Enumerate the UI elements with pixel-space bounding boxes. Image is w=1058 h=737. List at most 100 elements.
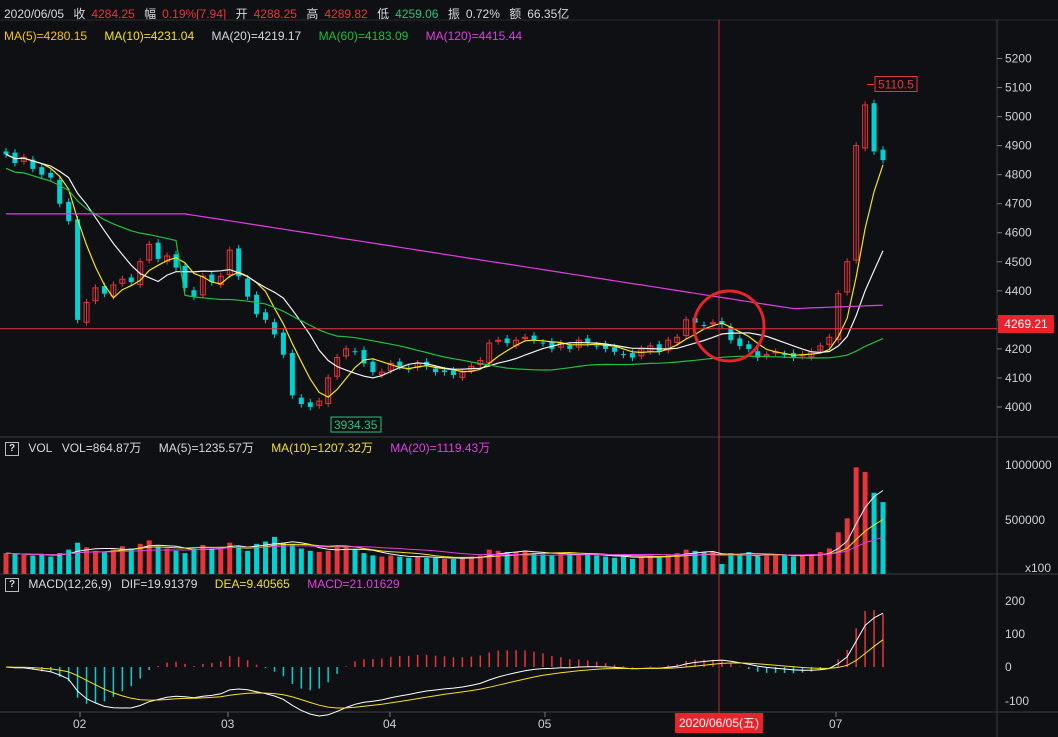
volume-bar [576,555,582,574]
candle-body [254,294,260,315]
low-annot-label: 3934.35 [334,418,378,432]
price-tick-label: 4100 [1005,371,1032,385]
macd-dea-line [5,639,884,709]
month-label: 03 [221,717,235,731]
price-tick-label: 4200 [1005,342,1032,356]
candle-body [880,149,886,161]
volume-bar [3,553,9,574]
volume-bar [450,558,456,574]
volume-bar [101,551,107,574]
volume-bar [647,555,653,574]
high-annot-label: 5110.5 [878,78,914,92]
candle-body [271,322,277,335]
candle-body [442,370,447,373]
volume-bar [343,546,349,574]
volume-bar [477,555,483,574]
volume-bar [486,549,492,574]
volume-bar [110,549,116,574]
month-label: 04 [383,717,397,731]
candle-body [352,351,358,353]
candle-body [504,338,510,344]
volume-bar [862,471,868,574]
volume-bar [325,550,331,574]
volume-bar [665,554,671,574]
volume-bar [209,548,215,574]
candle-body [191,290,197,297]
candle-body [263,312,269,320]
volume-bar [271,536,277,574]
volume-bar [388,555,394,574]
vol-tick-label: 1000000 [1005,458,1052,472]
ma120-line [6,213,884,310]
volume-bar [737,554,743,574]
volume-bar [379,556,385,574]
volume-bar [683,549,689,574]
volume-bar [612,557,618,574]
price-tick-label: 4400 [1005,284,1032,298]
volume-bar [468,556,474,574]
volume-bar [620,556,626,574]
volume-bar [75,542,81,574]
macd-tick-label: 0 [1005,660,1012,674]
volume-bar [236,546,242,574]
volume-bar [173,550,179,574]
volume-bar [12,554,18,574]
volume-bar [567,554,573,574]
volume-bar [773,554,779,574]
volume-bar [415,556,421,574]
candle-body [540,342,546,344]
volume-bar [719,563,725,574]
month-label: 05 [538,717,552,731]
candle-body [39,167,45,175]
volume-bar [397,556,403,574]
price-tick-label: 4800 [1005,168,1032,182]
volume-bar [531,553,537,574]
candle-body [397,361,403,367]
month-label: 02 [73,717,87,731]
price-tick-label: 4900 [1005,139,1032,153]
candle-body [737,338,743,346]
volume-bar [164,548,170,574]
volume-bar [540,554,546,574]
volume-bar [92,550,98,574]
volume-bar [352,549,358,574]
volume-bar [289,543,295,574]
candle-body [155,242,161,259]
macd-tick-label: 100 [1005,627,1025,641]
price-tick-label: 5200 [1005,52,1032,66]
candle-body [280,332,286,355]
volume-bar [298,548,304,574]
volume-bar [603,556,609,574]
volume-bar [594,555,600,574]
price-tick-label: 4500 [1005,255,1032,269]
volume-bar [755,556,761,574]
vol-ma20-line [5,536,884,556]
macd-tick-label: 200 [1005,594,1025,608]
vol-unit-label: x100 [1025,561,1051,575]
candle-body [620,354,626,356]
vol-tick-label: 500000 [1005,513,1045,527]
price-tick-label: 4600 [1005,226,1032,240]
candle-body [3,151,9,155]
candle-body [871,103,877,152]
volume-bar [280,542,286,574]
volume-bar [316,551,322,574]
volume-bar [433,557,439,574]
volume-bar [808,554,814,574]
candle-body [567,345,573,349]
candle-body [701,325,707,327]
vol-ma5-line [5,490,884,559]
volume-bar [629,558,635,574]
volume-bar [791,556,797,574]
volume-bar [84,547,90,574]
volume-bar [549,555,555,574]
volume-bar [656,557,662,574]
kline-chart[interactable]: 5200510050004900480047004600450044004300… [0,0,1058,737]
volume-bar [764,555,770,574]
volume-bar [307,550,313,574]
volume-bar [254,543,260,574]
volume-bar [558,553,564,574]
candle-body [75,219,81,320]
volume-bar [799,555,805,574]
volume-bar [370,555,376,574]
